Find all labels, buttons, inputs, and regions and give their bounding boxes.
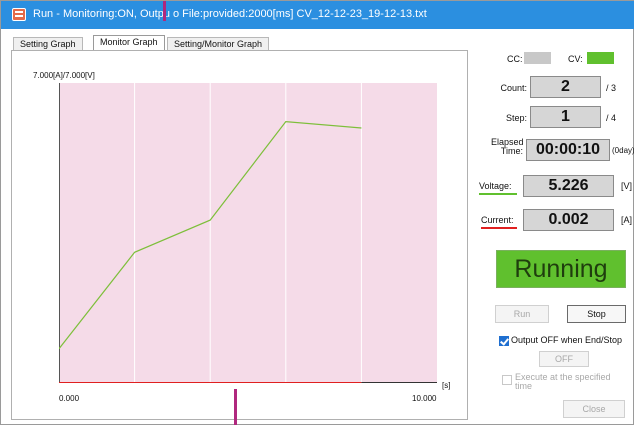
tab-monitor-graph[interactable]: Monitor Graph xyxy=(93,35,165,51)
elapsed-label-line2: Time: xyxy=(500,146,523,156)
bottom-callout-marker xyxy=(234,389,237,425)
voltage-legend-line xyxy=(479,193,517,195)
stop-button[interactable]: Stop xyxy=(567,305,626,323)
tab-setting-graph[interactable]: Setting Graph xyxy=(13,37,83,51)
voltage-unit: [V] xyxy=(621,181,633,191)
off-button[interactable]: OFF xyxy=(539,351,589,367)
app-window-icon xyxy=(12,8,26,21)
x-axis-unit: [s] xyxy=(442,381,451,390)
output-off-label[interactable]: Output OFF when End/Stop xyxy=(511,335,622,345)
count-total: / 3 xyxy=(606,83,617,93)
window-title: Run - Monitoring:ON, Outpu o File:provid… xyxy=(33,8,427,20)
run-button[interactable]: Run xyxy=(495,305,549,323)
current-value: 0.002 xyxy=(523,209,614,231)
top-callout-marker xyxy=(163,1,166,21)
x-tick-end: 10.000 xyxy=(412,394,437,403)
current-unit: [A] xyxy=(621,215,633,225)
step-total: / 4 xyxy=(606,113,617,123)
monitor-chart xyxy=(59,83,437,383)
execute-label-line2: time xyxy=(515,381,533,391)
y-axis-label: 7.000[A]/7.000[V] xyxy=(33,71,95,80)
plot-area xyxy=(59,83,437,383)
step-label: Step: xyxy=(505,113,527,123)
voltage-value: 5.226 xyxy=(523,175,614,197)
run-window: Run - Monitoring:ON, Outpu o File:provid… xyxy=(0,0,634,425)
cc-label: CC: xyxy=(507,54,523,64)
tab-setting-monitor-graph[interactable]: Setting/Monitor Graph xyxy=(167,37,270,51)
voltage-label: Voltage: xyxy=(479,181,512,191)
execute-at-time-checkbox[interactable] xyxy=(502,375,512,385)
count-label: Count: xyxy=(500,83,527,93)
run-state-indicator: Running xyxy=(496,250,626,288)
x-tick-start: 0.000 xyxy=(59,394,80,403)
elapsed-days: (0day) xyxy=(612,146,634,155)
close-button[interactable]: Close xyxy=(563,400,625,418)
elapsed-value: 00:00:10 xyxy=(526,139,610,161)
current-label: Current: xyxy=(481,215,514,225)
output-off-checkbox[interactable] xyxy=(499,336,509,346)
title-bar[interactable]: Run - Monitoring:ON, Outpu o File:provid… xyxy=(1,1,634,29)
cc-indicator xyxy=(524,52,551,64)
execute-at-time-label[interactable]: Execute at the specified time xyxy=(515,373,611,391)
count-value: 2 xyxy=(530,76,601,98)
elapsed-label: Elapsed Time: xyxy=(491,138,524,156)
cv-indicator xyxy=(587,52,614,64)
step-value: 1 xyxy=(530,106,601,128)
cv-label: CV: xyxy=(568,54,583,64)
current-legend-line xyxy=(481,227,517,229)
